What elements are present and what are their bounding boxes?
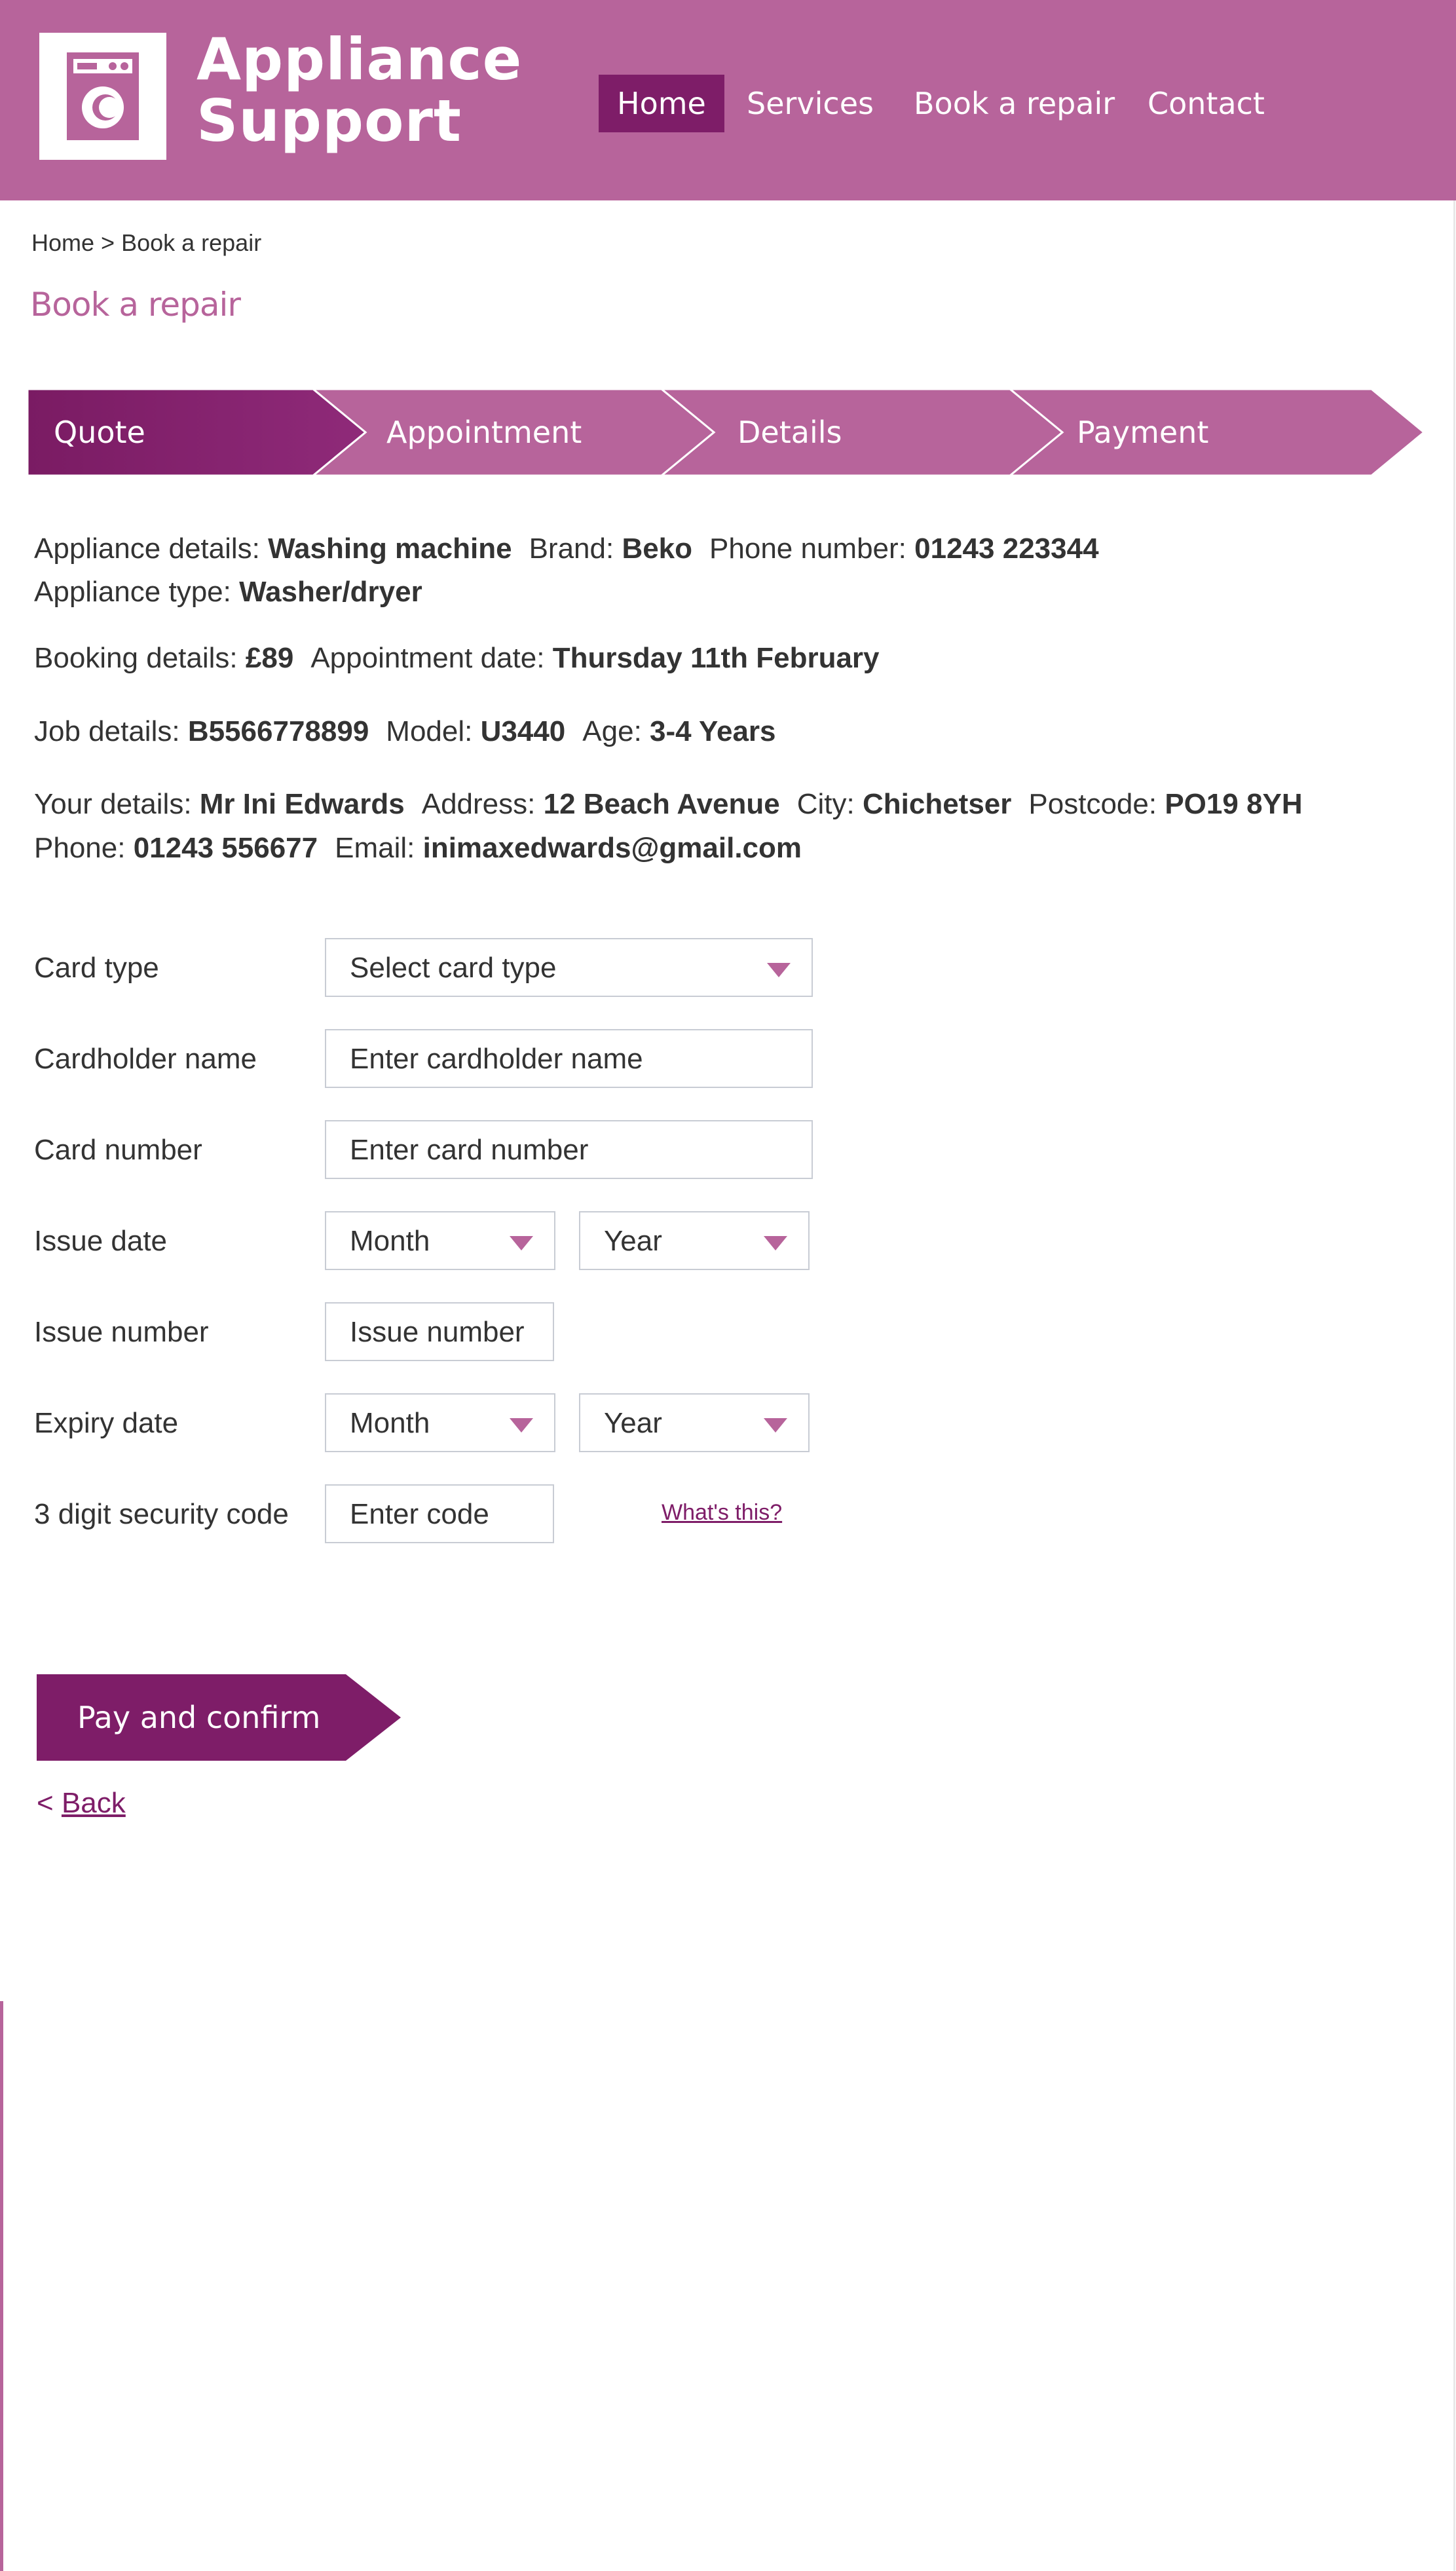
card-type-value: Select card type — [350, 952, 557, 984]
expiry-year-select[interactable]: Year — [579, 1393, 810, 1452]
breadcrumb-home[interactable]: Home — [31, 229, 94, 256]
frame-edge-left — [0, 2001, 3, 2571]
issue-month-value: Month — [350, 1225, 430, 1257]
security-code-placeholder: Enter code — [350, 1498, 489, 1530]
chevron-down-icon — [767, 963, 791, 977]
back-prefix: < — [37, 1787, 54, 1819]
chevron-down-icon — [764, 1236, 787, 1250]
nav-contact[interactable]: Contact — [1148, 75, 1265, 132]
logo[interactable] — [39, 33, 166, 160]
issue-date-label: Issue date — [34, 1225, 168, 1257]
step-shape-details — [660, 389, 1064, 476]
progress-steps-shapes — [28, 389, 1426, 476]
card-type-label: Card type — [34, 952, 159, 984]
cardholder-name-input[interactable]: Enter cardholder name — [325, 1029, 813, 1088]
pay-and-confirm-button[interactable]: Pay and confirm — [37, 1674, 401, 1761]
step-details[interactable]: Details — [737, 389, 842, 476]
issue-number-input[interactable]: Issue number — [325, 1302, 554, 1361]
nav-home[interactable]: Home — [599, 75, 724, 132]
nav-services[interactable]: Services — [747, 75, 874, 132]
breadcrumb-current: Book a repair — [121, 229, 262, 256]
brand-name[interactable]: Appliance Support — [196, 29, 522, 152]
booking-details: Booking details: £89 Appointment date: Th… — [34, 642, 880, 674]
issue-year-value: Year — [604, 1225, 662, 1257]
step-quote[interactable]: Quote — [54, 389, 145, 476]
cardholder-name-placeholder: Enter cardholder name — [350, 1043, 643, 1075]
chevron-down-icon — [764, 1418, 787, 1433]
breadcrumb: Home > Book a repair — [31, 229, 261, 257]
card-number-placeholder: Enter card number — [350, 1134, 589, 1166]
cardholder-name-label: Cardholder name — [34, 1043, 257, 1075]
your-details: Your details: Mr Ini Edwards Address: 12 … — [34, 788, 1303, 820]
card-number-label: Card number — [34, 1134, 202, 1166]
site-header: Appliance Support Home Services Book a r… — [0, 0, 1456, 200]
job-details: Job details: B5566778899 Model: U3440 Age:… — [34, 715, 776, 747]
issue-number-placeholder: Issue number — [350, 1316, 525, 1348]
chevron-down-icon — [510, 1418, 533, 1433]
expiry-month-value: Month — [350, 1407, 430, 1439]
security-code-label: 3 digit security code — [34, 1498, 289, 1530]
appliance-details: Appliance details: Washing machine Brand:… — [34, 533, 1099, 565]
frame-edge-right — [1453, 200, 1455, 2571]
issue-year-select[interactable]: Year — [579, 1211, 810, 1270]
whats-this-link[interactable]: What's this? — [662, 1500, 782, 1526]
back-nav: < Back — [37, 1787, 126, 1820]
step-shape-payment — [1008, 389, 1426, 476]
issue-month-select[interactable]: Month — [325, 1211, 555, 1270]
progress-steps: Quote Appointment Details Payment — [28, 389, 1429, 476]
security-code-input[interactable]: Enter code — [325, 1484, 554, 1543]
washing-machine-icon — [67, 52, 139, 140]
breadcrumb-separator: > — [101, 229, 115, 256]
expiry-date-label: Expiry date — [34, 1407, 179, 1439]
chevron-down-icon — [510, 1236, 533, 1250]
nav-book-a-repair[interactable]: Book a repair — [914, 75, 1115, 132]
expiry-month-select[interactable]: Month — [325, 1393, 555, 1452]
back-link[interactable]: Back — [62, 1787, 126, 1819]
step-payment[interactable]: Payment — [1077, 389, 1208, 476]
expiry-year-value: Year — [604, 1407, 662, 1439]
step-appointment[interactable]: Appointment — [386, 389, 582, 476]
pay-button-label: Pay and confirm — [77, 1700, 321, 1735]
page-title: Book a repair — [30, 286, 241, 324]
appliance-type: Appliance type: Washer/dryer — [34, 576, 422, 608]
contact-details: Phone: 01243 556677 Email: inimaxedwards@… — [34, 832, 802, 864]
card-number-input[interactable]: Enter card number — [325, 1120, 813, 1179]
issue-number-label: Issue number — [34, 1316, 209, 1348]
card-type-select[interactable]: Select card type — [325, 938, 813, 997]
